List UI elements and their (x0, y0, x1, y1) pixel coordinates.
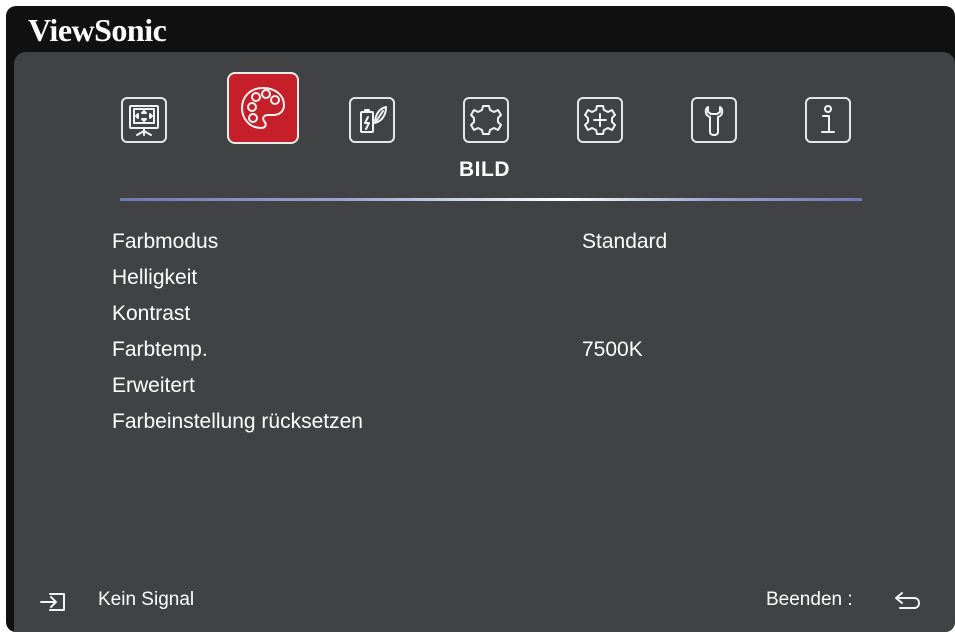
tab-advanced[interactable] (577, 97, 623, 143)
palette-icon (241, 87, 285, 129)
section-title: BILD (459, 158, 510, 181)
menu-item-value: 7500K (582, 338, 643, 361)
tab-picture[interactable] (227, 72, 299, 144)
input-status: Kein Signal (98, 589, 195, 610)
projector-osd: ViewSonic BILD Farbmodus Standard Hellig… (6, 6, 955, 632)
wrench-icon (704, 106, 724, 136)
menu-item-value: Standard (582, 230, 668, 253)
menu-item-brightness[interactable]: Helligkeit (112, 260, 872, 296)
menu-item-color-temp[interactable]: Farbtemp. 7500K (112, 332, 872, 368)
tab-basic[interactable] (463, 97, 509, 143)
screen-icon (129, 105, 159, 136)
menu-item-label: Farbeinstellung rücksetzen (112, 410, 363, 433)
exit-label: Beenden : (766, 589, 853, 610)
tab-service[interactable] (691, 97, 737, 143)
menu-item-reset-color-settings[interactable]: Farbeinstellung rücksetzen (112, 404, 872, 440)
title-divider (120, 198, 862, 201)
battery-leaf-icon (360, 106, 387, 133)
status-bar: Kein Signal Beenden : (14, 581, 955, 621)
menu-item-label: Kontrast (112, 302, 191, 325)
input-source-icon (40, 593, 65, 611)
gear-plus-icon (584, 105, 616, 135)
menu-panel: BILD Farbmodus Standard Helligkeit Kontr… (14, 52, 955, 632)
tab-display[interactable] (121, 97, 167, 143)
gear-icon (470, 105, 502, 135)
menu-item-label: Farbmodus (112, 230, 219, 253)
brand-logo: ViewSonic (28, 12, 167, 48)
info-icon (821, 105, 835, 133)
tab-information[interactable] (805, 97, 851, 143)
back-arrow-icon[interactable] (892, 590, 922, 612)
menu-item-label: Helligkeit (112, 266, 198, 289)
picture-menu: Farbmodus Standard Helligkeit Kontrast F… (112, 224, 872, 440)
menu-item-advanced[interactable]: Erweitert (112, 368, 872, 404)
tab-power-management[interactable] (349, 97, 395, 143)
menu-item-label: Farbtemp. (112, 338, 208, 361)
menu-item-contrast[interactable]: Kontrast (112, 296, 872, 332)
menu-item-label: Erweitert (112, 374, 195, 397)
menu-item-color-mode[interactable]: Farbmodus Standard (112, 224, 872, 260)
